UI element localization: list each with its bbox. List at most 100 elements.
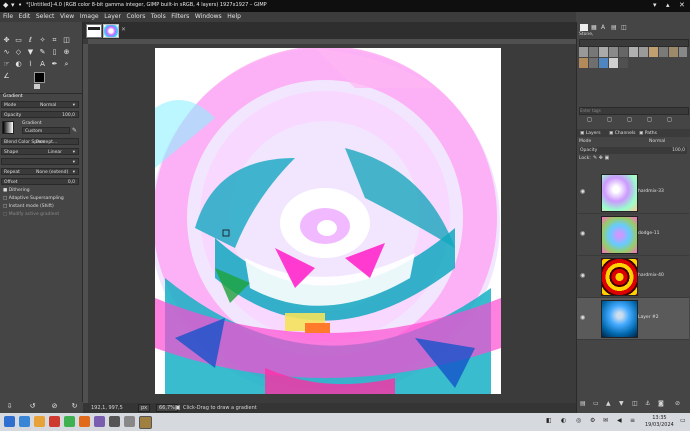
layer-row[interactable]: ◉ hardmix-40 <box>577 256 689 298</box>
menu-filters[interactable]: Filters <box>171 12 189 22</box>
instant-mode-checkbox[interactable]: □ Instant mode (Shift) <box>3 204 54 209</box>
dodge-icon[interactable]: ◐ <box>14 60 23 69</box>
delete-layer-icon[interactable]: ⊘ <box>675 400 680 407</box>
menu-file[interactable]: File <box>3 12 13 22</box>
brush-tag-field[interactable]: Enter tags <box>579 107 689 115</box>
fuzzy-select-icon[interactable]: ✧ <box>38 36 47 45</box>
reset-options-icon[interactable]: ↻ <box>70 402 79 411</box>
menu-windows[interactable]: Windows <box>195 12 222 22</box>
unit-select[interactable]: px <box>138 404 151 412</box>
menu-edit[interactable]: Edit <box>19 12 31 22</box>
measure-icon[interactable]: ∠ <box>2 72 11 81</box>
maximize-icon[interactable]: ▴ <box>666 1 670 10</box>
volume-icon[interactable]: ◀ <box>617 417 622 424</box>
tray-icon[interactable]: ◧ <box>546 417 552 424</box>
fonts-tab-icon[interactable]: A <box>601 24 605 31</box>
brush-grid[interactable] <box>579 47 687 69</box>
image-canvas[interactable] <box>155 48 501 394</box>
horizontal-ruler[interactable] <box>88 39 576 44</box>
app-icon[interactable] <box>94 416 105 427</box>
blend-color-space-select[interactable]: Blend Color Space Percept... <box>1 138 79 145</box>
duplicate-layer-icon[interactable]: ◫ <box>632 400 638 407</box>
opacity-slider[interactable]: Opacity 100,0 <box>1 111 79 118</box>
unified-transform-icon[interactable]: ◫ <box>62 36 71 45</box>
document-history-icon[interactable]: ▤ <box>611 24 617 31</box>
metric-select[interactable]: ▾ <box>1 158 79 165</box>
folder-icon[interactable] <box>34 416 45 427</box>
minimize-icon[interactable]: ▾ <box>653 1 657 10</box>
foreground-color[interactable] <box>34 72 45 83</box>
clone-icon[interactable]: ⊕ <box>62 48 71 57</box>
window-menu-icon[interactable]: ▾ <box>11 1 15 10</box>
menu-select[interactable]: Select <box>36 12 55 22</box>
gimp-taskbar-icon[interactable] <box>139 416 152 429</box>
vertical-ruler[interactable] <box>83 44 88 403</box>
layer-opacity-slider[interactable]: Opacity 100,0 <box>579 147 687 154</box>
tab-close-icon[interactable]: ✕ <box>121 26 126 33</box>
tab-paths[interactable]: ▣ Paths <box>639 130 657 137</box>
repeat-select[interactable]: Repeat None (extend) ▾ <box>1 168 79 175</box>
menu-view[interactable]: View <box>60 12 74 22</box>
browser-icon[interactable] <box>49 416 60 427</box>
eye-icon[interactable]: ◉ <box>580 230 585 237</box>
eye-icon[interactable]: ◉ <box>580 188 585 195</box>
layer-row[interactable]: ◉ hardmix-33 <box>577 172 689 214</box>
mask-icon[interactable]: ◙ <box>658 400 664 407</box>
brush-filter-dropdown[interactable] <box>579 39 689 47</box>
rect-select-icon[interactable]: ▭ <box>14 36 23 45</box>
tray-icon[interactable]: ⚙ <box>590 417 595 424</box>
tab-channels[interactable]: ▣ Channels <box>609 130 636 137</box>
duplicate-brush-icon[interactable]: ◻ <box>607 116 612 123</box>
tray-icon[interactable]: ◎ <box>576 417 581 424</box>
lasso-icon[interactable]: ℓ <box>26 36 35 45</box>
text-tool-icon[interactable]: A <box>38 60 47 69</box>
new-layer-icon[interactable]: ▤ <box>580 400 586 407</box>
app-icon[interactable] <box>109 416 120 427</box>
lower-layer-icon[interactable]: ▼ <box>619 400 624 407</box>
gradient-preview[interactable] <box>2 121 14 134</box>
tab-layers[interactable]: ▣ Layers <box>580 130 601 137</box>
delete-options-icon[interactable]: ⊘ <box>50 402 59 411</box>
edit-brush-icon[interactable]: ◻ <box>627 116 632 123</box>
open-brush-icon[interactable]: ◻ <box>667 116 672 123</box>
menu-image[interactable]: Image <box>80 12 99 22</box>
menu-layer[interactable]: Layer <box>104 12 121 22</box>
menu-help[interactable]: Help <box>227 12 241 22</box>
terminal-icon[interactable] <box>64 416 75 427</box>
edit-gradient-icon[interactable]: ✎ <box>72 127 77 134</box>
new-group-icon[interactable]: ▭ <box>593 400 599 407</box>
zoom-icon[interactable]: ⌕ <box>62 60 71 69</box>
layer-row-selected[interactable]: ◉ Layer #2 <box>577 298 689 340</box>
dithering-checkbox[interactable]: ■ Dithering <box>3 188 30 193</box>
smudge-icon[interactable]: ☞ <box>2 60 11 69</box>
color-picker-icon[interactable]: ✒ <box>50 60 59 69</box>
eye-icon[interactable]: ◉ <box>580 314 585 321</box>
image-tab-1[interactable] <box>86 24 102 38</box>
tray-icon[interactable]: ✉ <box>603 417 608 424</box>
move-tool-icon[interactable]: ✥ <box>2 36 11 45</box>
crop-icon[interactable]: ⌗ <box>50 36 59 45</box>
pin-icon[interactable]: • <box>18 1 22 10</box>
firefox-icon[interactable] <box>79 416 90 427</box>
paintbrush-icon[interactable]: ✎ <box>38 48 47 57</box>
gradient-name-field[interactable]: Custom <box>22 127 70 134</box>
offset-slider[interactable]: Offset 0,0 <box>1 178 79 185</box>
bucket-fill-icon[interactable]: ▼ <box>26 48 35 57</box>
file-manager-icon[interactable] <box>19 416 30 427</box>
adaptive-supersampling-checkbox[interactable]: □ Adaptive Supersampling <box>3 196 64 201</box>
warp-icon[interactable]: ∿ <box>2 48 11 57</box>
start-menu-icon[interactable] <box>4 416 15 427</box>
brushes-tab-icon[interactable] <box>580 24 588 31</box>
anchor-layer-icon[interactable]: ⚓ <box>645 400 650 407</box>
palettes-tab-icon[interactable]: ◫ <box>621 24 627 31</box>
raise-layer-icon[interactable]: ▲ <box>606 400 611 407</box>
lock-pixels-icon[interactable]: ✎ ✥ ▣ <box>593 155 609 161</box>
menu-tools[interactable]: Tools <box>151 12 166 22</box>
layer-row[interactable]: ◉ dodge-11 <box>577 214 689 256</box>
shape-select[interactable]: Shape Linear ▾ <box>1 148 79 155</box>
eraser-icon[interactable]: ▯ <box>50 48 59 57</box>
layer-mode-select[interactable]: Normal <box>649 139 665 144</box>
restore-options-icon[interactable]: ↺ <box>28 402 37 411</box>
notifications-icon[interactable]: ▭ <box>680 417 686 424</box>
swap-colors-icon[interactable] <box>34 84 40 89</box>
